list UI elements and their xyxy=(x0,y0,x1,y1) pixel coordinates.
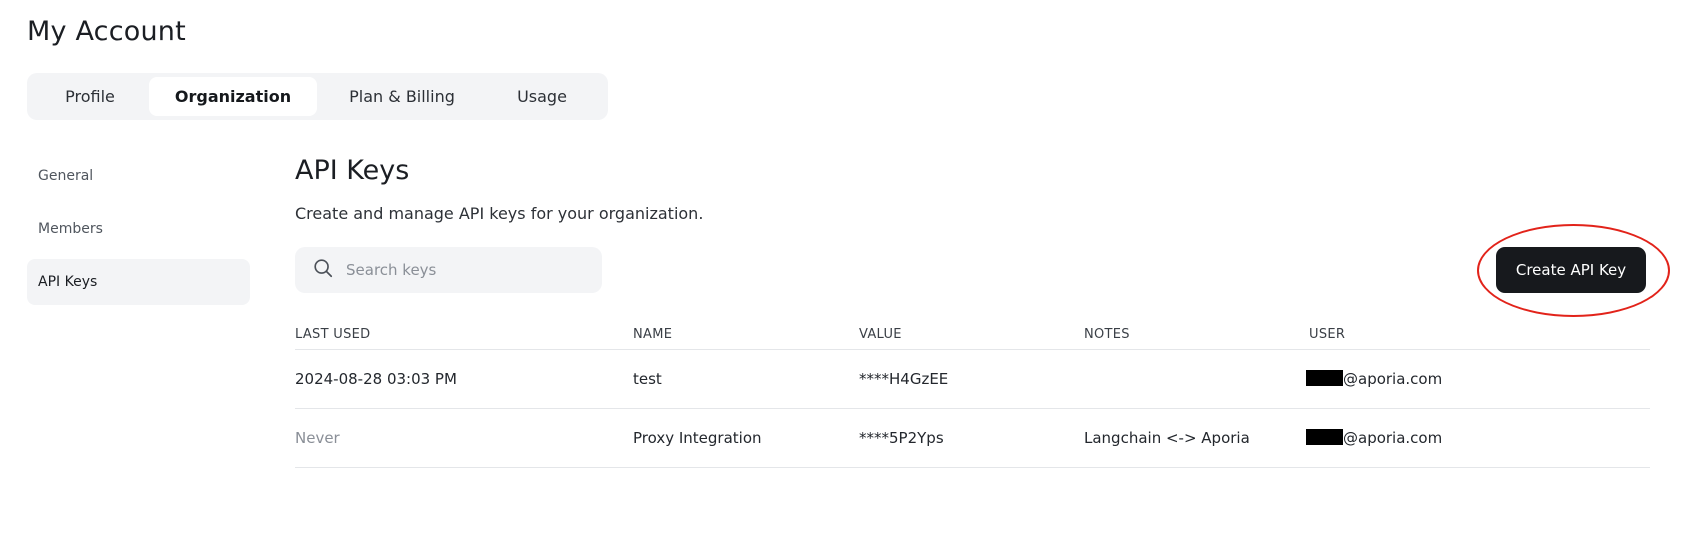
redaction-block xyxy=(1306,429,1343,445)
table-row[interactable]: 2024-08-28 03:03 PM test ****H4GzEE @apo… xyxy=(295,350,1650,409)
table-row[interactable]: Never Proxy Integration ****5P2Yps Langc… xyxy=(295,409,1650,468)
tab-plan-billing[interactable]: Plan & Billing xyxy=(317,77,487,116)
cell-name: Proxy Integration xyxy=(633,429,762,447)
section-description: Create and manage API keys for your orga… xyxy=(295,204,704,223)
tab-usage[interactable]: Usage xyxy=(487,77,597,116)
cell-last-used: Never xyxy=(295,429,340,447)
user-domain: @aporia.com xyxy=(1343,370,1443,388)
search-box[interactable] xyxy=(295,247,602,293)
column-header-name[interactable]: NAME xyxy=(633,327,859,342)
user-domain: @aporia.com xyxy=(1343,429,1443,447)
column-header-last-used[interactable]: LAST USED xyxy=(295,327,633,342)
cell-notes: Langchain <-> Aporia xyxy=(1084,429,1250,447)
sidebar-item-api-keys[interactable]: API Keys xyxy=(27,259,250,305)
cell-value: ****5P2Yps xyxy=(859,429,944,447)
create-api-key-button[interactable]: Create API Key xyxy=(1496,247,1646,293)
tab-profile[interactable]: Profile xyxy=(31,77,149,116)
cell-value: ****H4GzEE xyxy=(859,370,949,388)
search-icon xyxy=(312,257,334,283)
cell-user: @aporia.com xyxy=(1306,429,1650,447)
cell-user: @aporia.com xyxy=(1306,370,1650,388)
cell-name: test xyxy=(633,370,662,388)
table-header: LAST USED NAME VALUE NOTES USER xyxy=(295,320,1650,350)
redaction-block xyxy=(1306,370,1343,386)
tab-organization[interactable]: Organization xyxy=(149,77,317,116)
api-keys-panel: API Keys Create and manage API keys for … xyxy=(295,153,1670,468)
api-keys-table: LAST USED NAME VALUE NOTES USER 2024-08-… xyxy=(295,320,1650,468)
section-title: API Keys xyxy=(295,155,410,186)
page-title: My Account xyxy=(27,16,186,47)
cell-last-used: 2024-08-28 03:03 PM xyxy=(295,370,457,388)
sidebar-item-general[interactable]: General xyxy=(27,153,250,199)
sidebar-item-members[interactable]: Members xyxy=(27,206,250,252)
page: My Account Profile Organization Plan & B… xyxy=(0,0,1703,539)
column-header-user[interactable]: USER xyxy=(1309,327,1650,342)
column-header-notes[interactable]: NOTES xyxy=(1084,327,1309,342)
column-header-value[interactable]: VALUE xyxy=(859,327,1084,342)
settings-sidebar: General Members API Keys xyxy=(27,153,250,312)
search-input[interactable] xyxy=(346,261,576,279)
account-tabs: Profile Organization Plan & Billing Usag… xyxy=(27,73,608,120)
